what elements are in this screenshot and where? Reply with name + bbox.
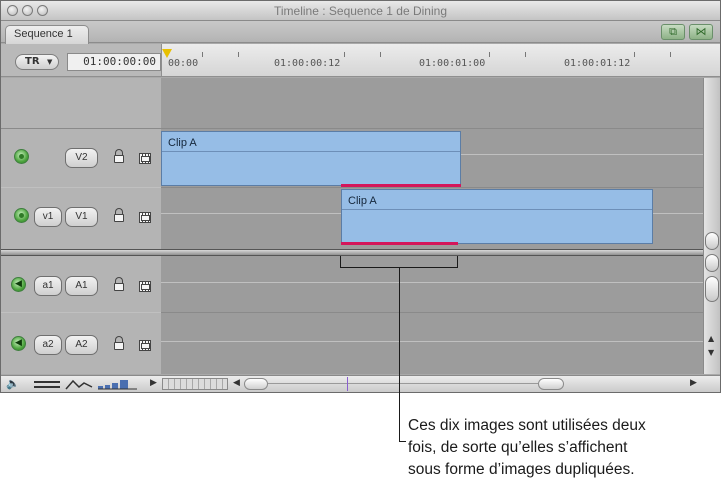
duplicate-frames-indicator: [341, 184, 461, 187]
lock-icon[interactable]: [114, 149, 124, 164]
clip-label: Clip A: [348, 195, 377, 207]
clip-v2[interactable]: Clip A: [161, 131, 461, 186]
source-v1[interactable]: v1: [34, 207, 62, 227]
callout-line: fois, de sorte qu’elles s’affichent: [408, 439, 628, 456]
source-a1[interactable]: a1: [34, 276, 62, 296]
auto-select-icon[interactable]: [139, 212, 151, 223]
row-separator: [161, 282, 703, 283]
track-audible-a2-icon[interactable]: ◀: [11, 336, 26, 351]
ruler-tick: [238, 52, 239, 57]
zoom-thumb-left[interactable]: [244, 378, 268, 390]
video-audio-divider[interactable]: [1, 249, 703, 256]
ruler-label: 01:00:00:12: [274, 58, 341, 69]
chevron-right-icon[interactable]: ▶: [150, 378, 157, 388]
playhead-position-marker: [347, 377, 348, 391]
row-separator: [161, 187, 703, 188]
link-button[interactable]: ⋈: [689, 24, 713, 40]
track-destination-v2[interactable]: V2: [65, 148, 98, 168]
clip-v1[interactable]: Clip A: [341, 189, 653, 244]
vertical-scrollbar[interactable]: ▲ ▼: [703, 78, 720, 374]
track-selector-popup[interactable]: TR ▼: [15, 54, 59, 70]
horizontal-track: [268, 383, 538, 384]
ruler-label: 00:00: [168, 58, 199, 69]
ruler-tick: [670, 52, 671, 57]
callout-leader-line: [399, 267, 400, 442]
snap-icon: ⧉: [669, 25, 677, 38]
track-visibility-v1-icon[interactable]: [14, 208, 29, 223]
scroll-down-arrow-icon[interactable]: ▼: [708, 348, 714, 357]
auto-select-icon[interactable]: [139, 153, 151, 164]
callout-text: Ces dix images sont utilisées deux fois,…: [408, 415, 718, 481]
auto-select-icon[interactable]: [139, 281, 151, 292]
lock-icon[interactable]: [114, 336, 124, 351]
track-destination-a1[interactable]: A1: [65, 276, 98, 296]
tab-strip: Sequence 1 ⧉ ⋈: [1, 21, 720, 44]
time-ruler[interactable]: 00:00 01:00:00:12 01:00:01:00 01:00:01:1…: [161, 44, 720, 77]
duplicate-frames-indicator: [341, 242, 458, 245]
row-separator: [1, 187, 161, 188]
track-visibility-v2-icon[interactable]: [14, 149, 29, 164]
title-bar: Timeline : Sequence 1 de Dining: [1, 1, 720, 21]
track-area[interactable]: Clip A Clip A: [161, 78, 703, 374]
ruler-tick: [489, 52, 490, 57]
ruler-label: 01:00:01:12: [564, 58, 631, 69]
window-title: Timeline : Sequence 1 de Dining: [274, 4, 447, 18]
current-timecode-field[interactable]: 01:00:00:00: [67, 53, 161, 71]
lock-icon[interactable]: [114, 277, 124, 292]
track-size-icon[interactable]: [97, 379, 139, 390]
track-selector-label: TR: [25, 56, 40, 67]
callout-leader-tick: [399, 441, 406, 442]
zoom-slider[interactable]: [162, 378, 228, 390]
scroll-thumb-upper[interactable]: [705, 232, 719, 250]
playhead-icon[interactable]: [162, 49, 172, 58]
ruler-tick: [344, 52, 345, 57]
scroll-right-arrow-icon[interactable]: ▶: [690, 378, 697, 388]
callout-line: sous forme d’images dupliquées.: [408, 461, 635, 478]
auto-select-icon[interactable]: [139, 340, 151, 351]
clip-keyframes-icon[interactable]: [65, 378, 93, 391]
clip-divider: [162, 151, 460, 152]
track-destination-a2[interactable]: A2: [65, 335, 98, 355]
ruler-tick: [202, 52, 203, 57]
track-audible-a1-icon[interactable]: ◀: [11, 277, 26, 292]
row-separator: [161, 128, 703, 129]
track-destination-v1[interactable]: V1: [65, 207, 98, 227]
row-separator: [161, 341, 703, 342]
timeline-window: Timeline : Sequence 1 de Dining Sequence…: [0, 0, 721, 393]
scroll-left-arrow-icon[interactable]: ◀: [233, 378, 240, 388]
row-separator: [1, 312, 161, 313]
track-height-icon[interactable]: [34, 381, 60, 383]
callout-line: Ces dix images sont utilisées deux: [408, 417, 646, 434]
clip-overlays-icon[interactable]: 🔈: [6, 377, 20, 390]
scroll-thumb-lower[interactable]: [705, 254, 719, 272]
zoom-thumb-right[interactable]: [538, 378, 564, 390]
ruler-label: 01:00:01:00: [419, 58, 486, 69]
lock-icon[interactable]: [114, 208, 124, 223]
snap-button[interactable]: ⧉: [661, 24, 685, 40]
source-a2[interactable]: a2: [34, 335, 62, 355]
clip-label: Clip A: [168, 137, 197, 149]
ruler-tick: [525, 52, 526, 57]
row-separator: [161, 312, 703, 313]
row-separator: [1, 128, 161, 129]
track-headers: V2 v1 V1 ◀ a1 A1 ◀ a2 A2: [1, 78, 161, 374]
timecode-controls: TR ▼ 01:00:00:00: [1, 44, 161, 77]
scroll-thumb[interactable]: [705, 276, 719, 302]
tab-sequence-1[interactable]: Sequence 1: [5, 25, 89, 44]
track-height-icon: [34, 386, 60, 388]
ruler-tick: [380, 52, 381, 57]
timeline-bottom-bar: 🔈 ▶ ◀ ▶: [1, 375, 720, 392]
ruler-tick: [634, 52, 635, 57]
chevron-down-icon: ▼: [47, 58, 53, 66]
scroll-up-arrow-icon[interactable]: ▲: [708, 334, 714, 343]
link-icon: ⋈: [695, 25, 707, 38]
clip-divider: [342, 209, 652, 210]
